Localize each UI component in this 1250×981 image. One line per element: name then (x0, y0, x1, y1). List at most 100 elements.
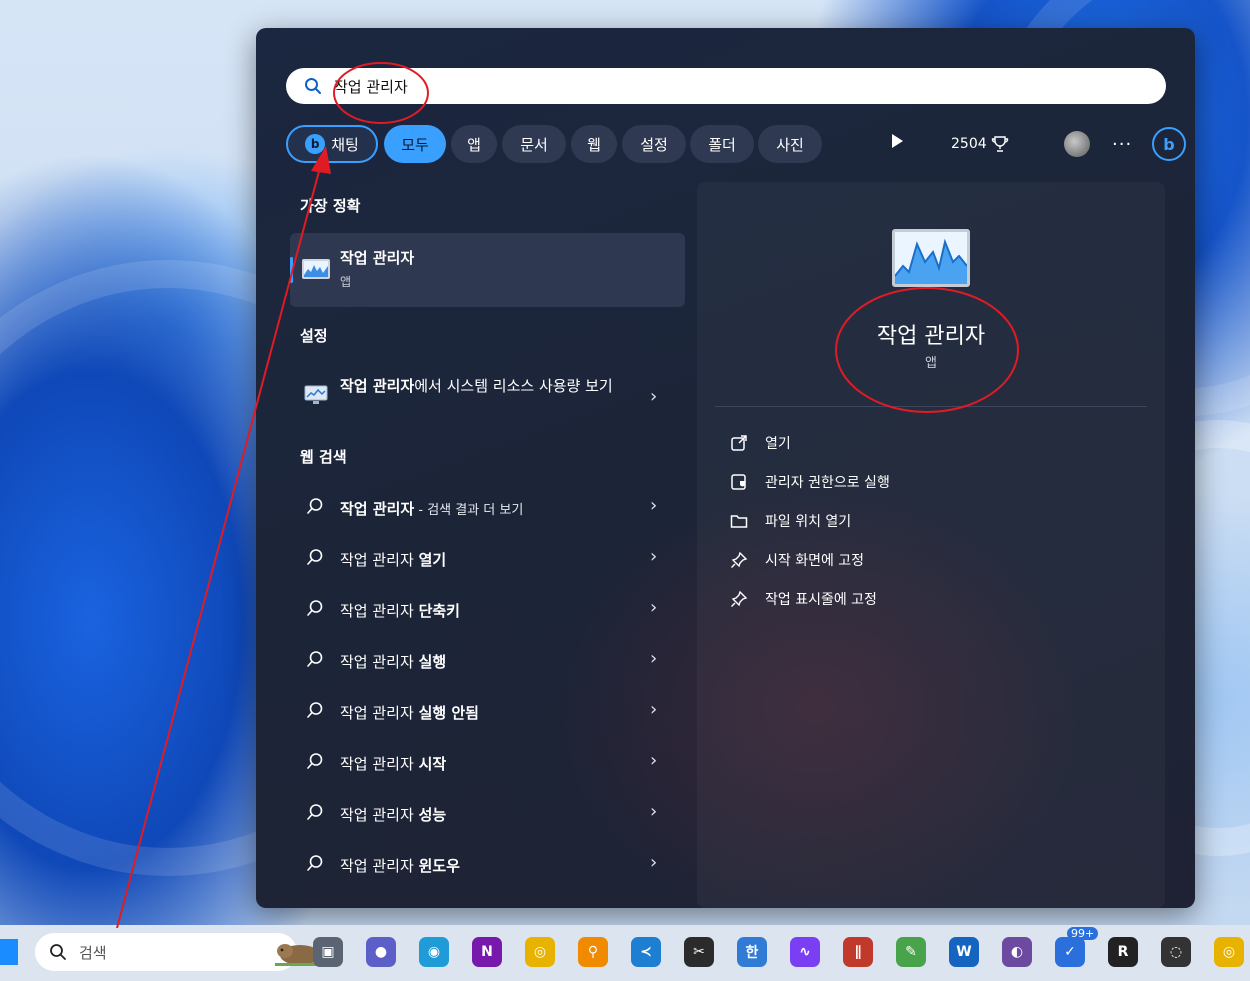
filter-documents[interactable]: 문서 (502, 125, 566, 163)
wave-icon[interactable]: ∿ (790, 937, 820, 967)
web-result-item[interactable]: 작업 관리자 열기 › (290, 535, 685, 581)
shield-icon (729, 472, 749, 492)
chevron-right-icon: › (650, 546, 658, 567)
action-pin-to-start-label: 시작 화면에 고정 (765, 553, 865, 569)
chevron-right-icon: › (650, 750, 658, 771)
task-manager-large-icon (892, 229, 970, 287)
trophy-icon (991, 136, 1008, 152)
filter-all[interactable]: 모두 (384, 125, 446, 163)
search-icon (305, 78, 321, 94)
web-result-base: 작업 관리자 (340, 602, 414, 620)
search-box[interactable] (286, 68, 1166, 104)
teams-meet-icon[interactable]: ● (366, 937, 396, 967)
chat-chip[interactable]: b 채팅 (286, 125, 378, 163)
filter-bar: b 채팅 모두 앱 문서 웹 설정 폴더 사진 2504 ··· b (286, 125, 1186, 165)
web-result-bold: 성능 (418, 806, 447, 824)
web-result-bold: 시작 (418, 755, 447, 773)
web-result-bold: 실행 안됨 (418, 704, 479, 722)
search-icon (307, 600, 323, 616)
web-result-base: 작업 관리자 (340, 704, 414, 722)
edge-icon[interactable]: ◉ (419, 937, 449, 967)
todo-icon[interactable]: ✓ (1055, 937, 1085, 967)
web-result-label: 작업 관리자 실행 (340, 651, 446, 672)
monitor-icon (304, 385, 328, 404)
user-avatar[interactable] (1064, 131, 1090, 157)
pin-icon (729, 550, 749, 570)
detail-title: 작업 관리자 (876, 324, 986, 349)
web-result-item[interactable]: 작업 관리자 윈도우 › (290, 841, 685, 887)
action-open-file-location[interactable]: 파일 위치 열기 (729, 509, 851, 533)
web-result-label: 작업 관리자 실행 안됨 (340, 702, 479, 723)
web-result-item[interactable]: 작업 관리자 성능 › (290, 790, 685, 836)
notification-badge: 99+ (1067, 927, 1099, 940)
settings-result-item[interactable]: 작업 관리자에서 시스템 리소스 사용량 보기 › (290, 370, 685, 426)
bing-icon: b (305, 134, 326, 154)
word-circle-icon[interactable]: W (949, 937, 979, 967)
chevron-right-icon: › (650, 597, 658, 618)
onenote-icon[interactable]: N (472, 937, 502, 967)
r-studio-icon[interactable]: R (1108, 937, 1138, 967)
taskbar: 검색 ▣ ● ◉ N ◎ ⚲ ≺ ✂ 한 ∿ ∥ ✎ W ◐ ✓ 99+ R ◌ ◎ (0, 925, 1250, 981)
action-open-label: 열기 (765, 436, 791, 452)
filter-apps[interactable]: 앱 (451, 125, 497, 163)
web-result-bold: 윈도우 (418, 857, 460, 875)
more-options-button[interactable]: ··· (1112, 125, 1132, 163)
chrome-2-icon[interactable]: ◎ (1214, 937, 1244, 967)
web-result-label: 작업 관리자 열기 (340, 549, 446, 570)
action-run-as-admin[interactable]: 관리자 권한으로 실행 (729, 470, 890, 494)
selection-indicator (290, 257, 293, 283)
rewards-points[interactable]: 2504 (951, 125, 1009, 163)
start-search-panel: b 채팅 모두 앱 문서 웹 설정 폴더 사진 2504 (256, 28, 1195, 908)
web-result-base: 작업 관리자 (340, 551, 414, 569)
search-app-icon[interactable]: ⚲ (578, 937, 608, 967)
search-input[interactable] (332, 76, 1116, 96)
vscode-icon[interactable]: ≺ (631, 937, 661, 967)
filter-settings[interactable]: 설정 (622, 125, 686, 163)
notepad-plus-icon[interactable]: ✎ (896, 937, 926, 967)
taskbar-search-label: 검색 (79, 943, 107, 962)
settings-result-rest: 에서 시스템 리소스 사용량 보기 (414, 377, 613, 395)
chevron-right-icon: › (650, 386, 658, 407)
start-button[interactable] (0, 939, 18, 965)
web-result-item[interactable]: 작업 관리자 단축키 › (290, 586, 685, 632)
web-result-item[interactable]: 작업 관리자 - 검색 결과 더 보기 › (290, 484, 685, 530)
web-result-item[interactable]: 작업 관리자 실행 안됨 › (290, 688, 685, 734)
action-pin-to-taskbar[interactable]: 작업 표시줄에 고정 (729, 587, 877, 611)
points-value: 2504 (951, 136, 987, 152)
filter-photos[interactable]: 사진 (758, 125, 822, 163)
hangul-icon[interactable]: 한 (737, 937, 767, 967)
stripes-icon[interactable]: ∥ (843, 937, 873, 967)
web-result-item[interactable]: 작업 관리자 시작 › (290, 739, 685, 785)
action-open[interactable]: 열기 (729, 431, 791, 455)
web-result-base: 작업 관리자 (340, 806, 414, 824)
web-result-bold: 작업 관리자 (340, 500, 415, 518)
detail-divider (715, 406, 1147, 407)
obs-icon[interactable]: ◌ (1161, 937, 1191, 967)
task-view-icon[interactable]: ▣ (313, 937, 343, 967)
pin-icon (729, 589, 749, 609)
best-match-subtitle: 앱 (340, 275, 352, 289)
web-search-heading: 웹 검색 (300, 448, 347, 466)
search-icon (50, 944, 66, 960)
chevron-right-icon: › (650, 699, 658, 720)
folder-icon (729, 511, 749, 531)
taskbar-search-box[interactable]: 검색 (35, 933, 325, 971)
chrome-icon[interactable]: ◎ (525, 937, 555, 967)
best-match-item[interactable]: 작업 관리자 앱 (290, 233, 685, 307)
search-icon (307, 804, 323, 820)
action-pin-to-start[interactable]: 시작 화면에 고정 (729, 548, 864, 572)
bing-chat-button[interactable]: b (1152, 127, 1186, 161)
web-result-small: - 검색 결과 더 보기 (414, 503, 524, 518)
snip-icon[interactable]: ✂ (684, 937, 714, 967)
web-result-bold: 열기 (418, 551, 447, 569)
filter-web[interactable]: 웹 (571, 125, 617, 163)
vlc-like-icon[interactable]: ◐ (1002, 937, 1032, 967)
web-result-label: 작업 관리자 윈도우 (340, 855, 460, 876)
web-result-item[interactable]: 작업 관리자 실행 › (290, 637, 685, 683)
filter-folders[interactable]: 폴더 (690, 125, 754, 163)
search-icon (307, 651, 323, 667)
action-pin-to-taskbar-label: 작업 표시줄에 고정 (765, 592, 877, 608)
chevron-right-icon: › (650, 648, 658, 669)
web-result-base: 작업 관리자 (340, 857, 414, 875)
play-more-filters-icon[interactable] (892, 134, 903, 148)
